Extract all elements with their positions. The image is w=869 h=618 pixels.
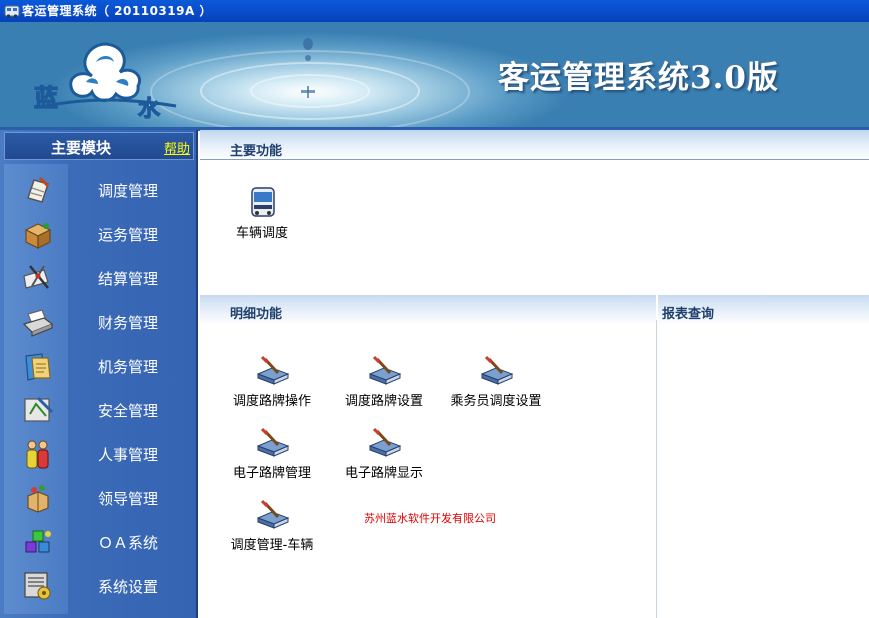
printer-icon <box>22 309 54 337</box>
sidebar-item-personnel[interactable]: 人事管理 <box>4 432 194 476</box>
primary-functions-title: 主要功能 <box>230 144 283 159</box>
banner-title: 客运管理系统3.0版 <box>498 60 779 96</box>
box-icon <box>24 223 52 249</box>
sidebar-item-label: 调度管理 <box>98 182 159 200</box>
function-label: 车辆调度 <box>235 226 288 241</box>
vehicle-dispatch-button[interactable]: 车辆调度 <box>202 186 322 250</box>
app-window: 客运管理系统（ 20110319A ） 蓝 水 客运管理系统3.0版 主要模块 … <box>0 0 869 618</box>
signboard-icon <box>256 499 290 529</box>
signboard-icon <box>256 427 290 457</box>
water-drop-icon <box>301 38 315 98</box>
sidebar-item-system-settings[interactable]: 系统设置 <box>4 564 194 608</box>
sidebar-item-label: 人事管理 <box>98 446 159 464</box>
people-icon <box>26 440 49 469</box>
folder-icon <box>25 353 51 381</box>
function-electronic-signboard-management[interactable]: 电子路牌管理 <box>212 426 332 490</box>
sidebar-item-label: 系统设置 <box>98 578 159 596</box>
company-name: 苏州蓝水软件开发有限公司 <box>364 512 496 525</box>
signboard-icon <box>368 427 402 457</box>
sidebar-item-operations[interactable]: 运务管理 <box>4 212 194 256</box>
sidebar-item-settlement[interactable]: 结算管理 <box>4 256 194 300</box>
function-label: 电子路牌显示 <box>344 466 423 481</box>
sidebar-item-finance[interactable]: 财务管理 <box>4 300 194 344</box>
detail-functions-title: 明细功能 <box>230 307 283 322</box>
gift-box-icon <box>27 485 49 513</box>
sidebar-title: 主要模块 <box>51 139 112 157</box>
company-logo: 蓝 水 <box>33 42 177 120</box>
function-dispatch-signboard-operation[interactable]: 调度路牌操作 <box>212 354 332 418</box>
sidebar-item-label: 领导管理 <box>98 490 159 508</box>
svg-text:蓝: 蓝 <box>34 83 58 112</box>
function-dispatch-management-vehicle[interactable]: 调度管理-车辆 <box>212 498 332 562</box>
function-electronic-signboard-display[interactable]: 电子路牌显示 <box>324 426 444 490</box>
signboard-icon <box>256 355 290 385</box>
help-link[interactable]: 帮助 <box>164 138 190 157</box>
dispatch-icon <box>27 176 50 203</box>
settlement-icon <box>23 265 49 289</box>
window-title: 客运管理系统（ 20110319A ） <box>22 4 212 18</box>
settings-icon <box>24 572 51 600</box>
sidebar-item-label: 安全管理 <box>98 402 159 420</box>
sidebar-item-label: 结算管理 <box>98 270 159 288</box>
sidebar-item-label: 机务管理 <box>98 358 159 376</box>
sidebar-item-maintenance[interactable]: 机务管理 <box>4 344 194 388</box>
signboard-icon <box>480 355 514 385</box>
report-query-title: 报表查询 <box>662 307 715 322</box>
sidebar-item-label: 运务管理 <box>98 226 159 244</box>
sidebar: 主要模块 帮助 调度管理 运务管理 结算管理 财务管理 机务管理 安全管理 人事… <box>0 130 198 618</box>
svg-text:水: 水 <box>138 96 161 120</box>
function-crew-dispatch-setup[interactable]: 乘务员调度设置 <box>436 354 556 418</box>
sidebar-item-safety[interactable]: 安全管理 <box>4 388 194 432</box>
header-banner: 蓝 水 客运管理系统3.0版 <box>0 22 869 130</box>
safety-icon <box>24 396 54 422</box>
report-query-bar: 报表查询 <box>658 295 869 325</box>
signboard-icon <box>368 355 402 385</box>
sidebar-item-leadership[interactable]: 领导管理 <box>4 476 194 520</box>
sidebar-item-dispatch[interactable]: 调度管理 <box>4 168 194 212</box>
app-icon <box>4 5 20 18</box>
function-label: 调度管理-车辆 <box>230 538 314 553</box>
function-dispatch-signboard-setup[interactable]: 调度路牌设置 <box>324 354 444 418</box>
function-label: 电子路牌管理 <box>232 466 311 481</box>
sidebar-item-label: 财务管理 <box>98 314 159 332</box>
sidebar-header: 主要模块 帮助 <box>4 132 194 160</box>
detail-functions-bar: 明细功能 <box>200 295 656 325</box>
function-label: 调度路牌设置 <box>344 394 423 409</box>
function-label: 乘务员调度设置 <box>450 394 542 409</box>
title-bar[interactable]: 客运管理系统（ 20110319A ） <box>0 0 869 22</box>
panel-divider <box>656 320 657 618</box>
main-content: 主要功能 车辆调度 明细功能 报表查询 调度路牌操作 调度路牌设置 乘务员调度设… <box>200 130 869 618</box>
sidebar-item-label: ＯＡ系统 <box>98 534 159 552</box>
primary-functions-bar: 主要功能 <box>200 130 869 160</box>
sidebar-item-oa[interactable]: ＯＡ系统 <box>4 520 194 564</box>
cubes-icon <box>25 530 51 553</box>
bus-icon <box>251 187 275 217</box>
function-label: 调度路牌操作 <box>232 394 311 409</box>
